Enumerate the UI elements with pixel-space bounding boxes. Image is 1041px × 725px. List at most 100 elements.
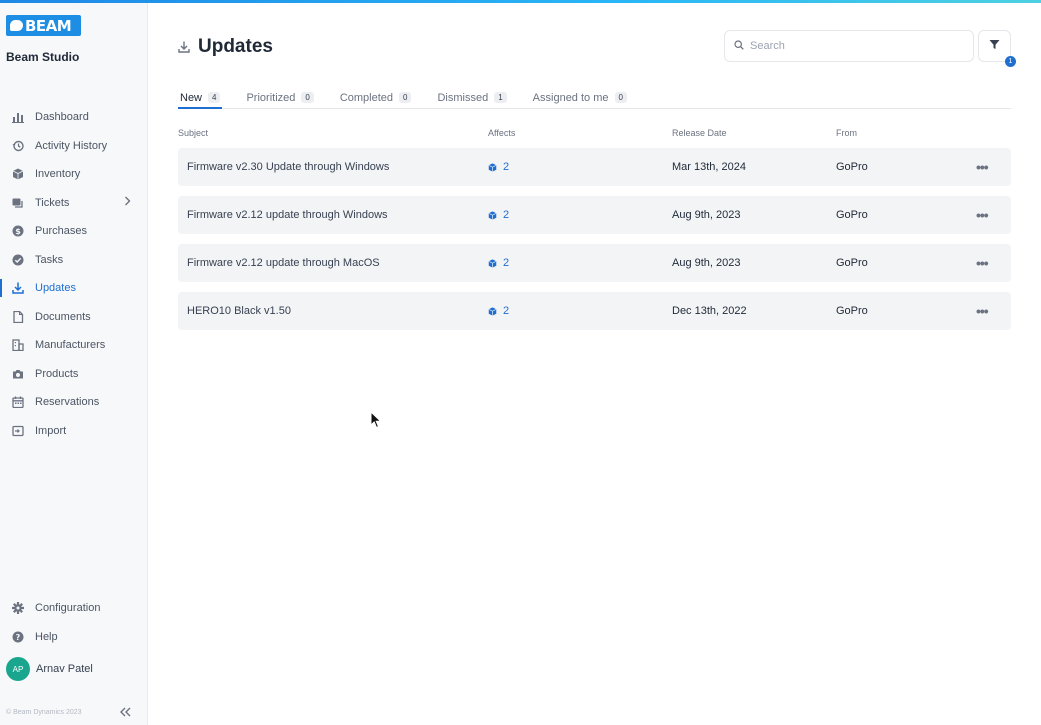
sidebar-item-label: Products: [35, 367, 79, 380]
sidebar-item-label: Activity History: [35, 139, 108, 152]
release-date-cell: Dec 13th, 2022: [672, 305, 747, 317]
beam-logo[interactable]: BEAM: [6, 15, 81, 36]
cube-icon: [488, 162, 497, 172]
sidebar-item-documents[interactable]: Documents: [0, 303, 148, 332]
tab-prioritized[interactable]: Prioritized 0: [244, 87, 315, 108]
import-icon: [11, 424, 24, 437]
affects-cell[interactable]: 2: [488, 196, 509, 234]
search-input[interactable]: [750, 40, 950, 52]
sidebar-bottom-nav: Configuration ? Help: [0, 594, 148, 651]
user-menu[interactable]: AP Arnav Patel: [6, 657, 93, 681]
history-icon: [11, 139, 24, 152]
subject-cell: Firmware v2.12 update through MacOS: [187, 257, 380, 269]
column-header-release-date[interactable]: Release Date: [672, 128, 727, 138]
sidebar-item-label: Configuration: [35, 602, 101, 615]
dollar-icon: $: [11, 225, 24, 238]
workspace-name: Beam Studio: [6, 50, 80, 64]
more-options-icon[interactable]: •••: [976, 292, 989, 330]
more-options-icon[interactable]: •••: [976, 196, 989, 234]
bar-chart-icon: [11, 111, 24, 124]
subject-cell: Firmware v2.12 update through Windows: [187, 209, 388, 221]
sidebar-item-activity-history[interactable]: Activity History: [0, 132, 148, 161]
tab-count-badge: 0: [614, 92, 627, 103]
affects-cell[interactable]: 2: [488, 244, 509, 282]
table-row[interactable]: Firmware v2.12 update through Windows 2 …: [178, 196, 1011, 234]
updates-table: Firmware v2.30 Update through Windows 2 …: [178, 148, 1011, 340]
column-header-from[interactable]: From: [836, 128, 857, 138]
more-options-icon[interactable]: •••: [976, 244, 989, 282]
tab-new[interactable]: New 4: [178, 87, 223, 109]
sidebar-item-updates[interactable]: Updates: [0, 274, 148, 303]
sidebar-item-tickets[interactable]: Tickets: [0, 189, 148, 218]
sidebar-item-label: Reservations: [35, 396, 100, 409]
column-header-subject[interactable]: Subject: [178, 128, 208, 138]
page-title: Updates: [198, 36, 273, 57]
user-name: Arnav Patel: [36, 663, 93, 675]
copyright-text: © Beam Dynamics 2023: [6, 709, 82, 716]
sidebar-item-label: Tasks: [35, 253, 64, 266]
sidebar-item-label: Import: [35, 424, 67, 437]
tab-label: Completed: [339, 91, 394, 104]
download-icon: [178, 41, 190, 53]
sidebar-item-tasks[interactable]: Tasks: [0, 246, 148, 275]
affects-count: 2: [503, 257, 510, 269]
sidebar-item-label: Documents: [35, 310, 91, 323]
cube-icon: [488, 210, 497, 220]
tab-label: Assigned to me: [532, 91, 609, 104]
affects-cell[interactable]: 2: [488, 292, 509, 330]
ticket-icon: [11, 196, 24, 209]
sidebar-item-help[interactable]: ? Help: [0, 623, 148, 652]
from-cell: GoPro: [836, 257, 868, 269]
sidebar-item-label: Dashboard: [35, 111, 89, 124]
table-row[interactable]: HERO10 Black v1.50 2 Dec 13th, 2022 GoPr…: [178, 292, 1011, 330]
tab-dismissed[interactable]: Dismissed 1: [435, 87, 508, 108]
sidebar-item-products[interactable]: Products: [0, 360, 148, 389]
sidebar-item-label: Manufacturers: [35, 339, 106, 352]
cube-icon: [488, 258, 497, 268]
sidebar-item-label: Tickets: [35, 196, 70, 209]
cube-icon: [488, 306, 497, 316]
sidebar-item-configuration[interactable]: Configuration: [0, 594, 148, 623]
collapse-sidebar-icon[interactable]: [120, 705, 131, 720]
tab-count-badge: 1: [494, 92, 507, 103]
filter-icon: [989, 39, 1000, 53]
check-circle-icon: [11, 253, 24, 266]
sidebar-item-reservations[interactable]: Reservations: [0, 388, 148, 417]
help-icon: ?: [11, 630, 24, 643]
search-box[interactable]: [724, 30, 974, 62]
affects-count: 2: [503, 209, 510, 221]
sidebar-item-import[interactable]: Import: [0, 417, 148, 446]
sidebar-item-inventory[interactable]: Inventory: [0, 160, 148, 189]
logo-text: BEAM: [25, 16, 72, 35]
building-icon: [11, 339, 24, 352]
affects-cell[interactable]: 2: [488, 148, 509, 186]
tab-label: Dismissed: [437, 91, 489, 104]
more-options-icon[interactable]: •••: [976, 148, 989, 186]
sidebar-item-label: Updates: [35, 282, 76, 295]
sidebar-item-dashboard[interactable]: Dashboard: [0, 103, 148, 132]
svg-text:?: ?: [15, 633, 20, 642]
subject-cell: Firmware v2.30 Update through Windows: [187, 161, 390, 173]
table-header: Subject Affects Release Date From: [178, 128, 1011, 142]
release-date-cell: Mar 13th, 2024: [672, 161, 746, 173]
column-header-affects[interactable]: Affects: [488, 128, 515, 138]
sidebar-item-label: Purchases: [35, 225, 87, 238]
subject-cell: HERO10 Black v1.50: [187, 305, 291, 317]
cube-icon: [11, 168, 24, 181]
document-icon: [11, 310, 24, 323]
avatar: AP: [6, 657, 30, 681]
chevron-right-icon[interactable]: [124, 196, 131, 209]
table-row[interactable]: Firmware v2.30 Update through Windows 2 …: [178, 148, 1011, 186]
tab-count-badge: 0: [301, 92, 314, 103]
sidebar-item-label: Inventory: [35, 168, 81, 181]
filter-count-badge: 1: [1005, 56, 1016, 67]
logo-mark-icon: [10, 20, 23, 31]
tab-completed[interactable]: Completed 0: [338, 87, 414, 108]
table-row[interactable]: Firmware v2.12 update through MacOS 2 Au…: [178, 244, 1011, 282]
release-date-cell: Aug 9th, 2023: [672, 257, 741, 269]
tab-assigned-to-me[interactable]: Assigned to me 0: [531, 87, 629, 108]
page-header: Updates: [178, 36, 273, 58]
sidebar-item-purchases[interactable]: $ Purchases: [0, 217, 148, 246]
sidebar-item-manufacturers[interactable]: Manufacturers: [0, 331, 148, 360]
filter-button[interactable]: 1: [978, 30, 1016, 67]
